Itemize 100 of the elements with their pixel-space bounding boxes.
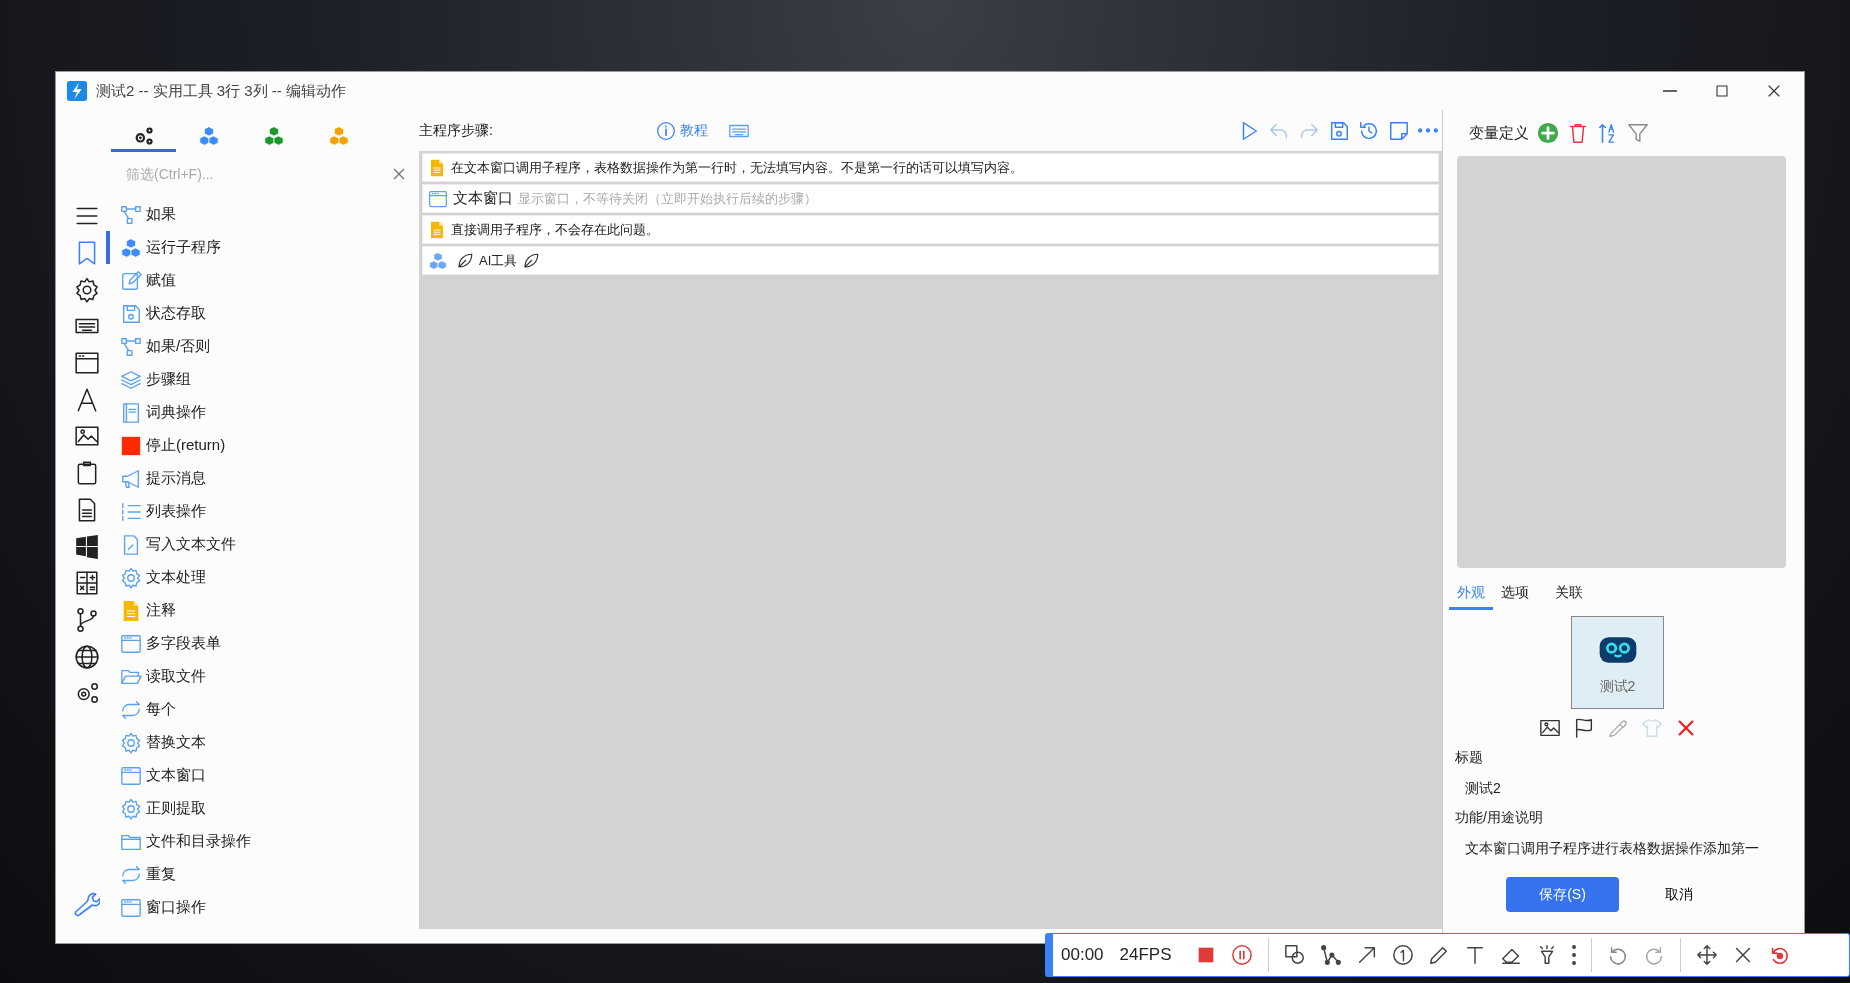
steps-title: 主程序步骤:: [419, 121, 494, 140]
action-item[interactable]: 窗口操作: [106, 891, 419, 924]
megaphone-icon: [120, 467, 142, 490]
panel-tab[interactable]: 关联: [1547, 580, 1591, 610]
edit-icon: [120, 269, 142, 292]
field-value: 文本窗口调用子程序进行表格数据操作添加第一: [1465, 839, 1760, 858]
numbered-circle-icon: [1391, 944, 1414, 966]
filter-button[interactable]: [1627, 122, 1649, 144]
action-item[interactable]: 赋值: [106, 264, 419, 297]
globe-icon[interactable]: [74, 643, 100, 670]
action-item[interactable]: 步骤组: [106, 363, 419, 396]
step-row[interactable]: AI工具: [422, 246, 1439, 275]
info-icon: [656, 120, 676, 141]
fps-text: 24FPS: [1119, 944, 1172, 967]
action-item[interactable]: 提示消息: [106, 462, 419, 495]
window-icon: [120, 632, 142, 655]
app-logo-icon: [66, 80, 88, 102]
window-icon: [120, 896, 142, 919]
action-item[interactable]: 状态存取: [106, 297, 419, 330]
save-button[interactable]: 保存(S): [1506, 877, 1619, 912]
step-row[interactable]: 文本窗口 显示窗口，不等待关闭（立即开始执行后续的步骤）: [422, 184, 1439, 213]
list-icon: [120, 500, 142, 523]
more-icon: [1418, 128, 1438, 133]
more-vertical-icon: [1571, 945, 1576, 965]
action-item[interactable]: 词典操作: [106, 396, 419, 429]
action-item[interactable]: 文本窗口: [106, 759, 419, 792]
filter-icon: [1627, 122, 1649, 144]
leaf-icon: [456, 251, 474, 270]
shirt-icon: [1640, 717, 1663, 739]
step-hint: 显示窗口，不等待关闭（立即开始执行后续的步骤）: [518, 189, 817, 208]
action-item[interactable]: 重复: [106, 858, 419, 891]
clear-button[interactable]: [391, 166, 407, 182]
action-item[interactable]: 多字段表单: [106, 627, 419, 660]
action-item[interactable]: 读取文件: [106, 660, 419, 693]
calculator-icon[interactable]: [74, 570, 100, 597]
gear-icon: [120, 797, 142, 820]
layers-icon: [120, 368, 142, 391]
windows-icon[interactable]: [74, 533, 100, 560]
polyline-icon: [1319, 944, 1342, 966]
branch-icon[interactable]: [74, 606, 100, 633]
step-text: AI工具: [479, 251, 518, 270]
note-icon: [428, 220, 446, 239]
stop-icon: [120, 434, 142, 457]
window-icon[interactable]: [74, 350, 100, 377]
book-icon: [120, 401, 142, 424]
tutorial-link[interactable]: 教程: [656, 120, 708, 141]
image-icon: [1538, 717, 1561, 739]
settings-icon[interactable]: [74, 276, 100, 303]
save-icon: [120, 302, 142, 325]
action-item[interactable]: 每个: [106, 693, 419, 726]
pause-icon: [1230, 944, 1253, 966]
action-item[interactable]: 停止(return): [106, 429, 419, 462]
step-text: 在文本窗口调用子程序，表格数据操作为第一行时，无法填写内容。不是第一行的话可以填写内容。: [451, 158, 1023, 177]
branch-icon: [120, 335, 142, 358]
action-item[interactable]: 正则提取: [106, 792, 419, 825]
leaf-icon: [522, 251, 541, 270]
cubes-icon: [428, 250, 448, 271]
color-picker-button[interactable]: [1606, 717, 1629, 739]
action-item[interactable]: 替换文本: [106, 726, 419, 759]
delete-button[interactable]: [1567, 122, 1589, 144]
step-text: 直接调用子程序，不会存在此问题。: [451, 220, 659, 239]
timer-text: 00:00: [1061, 944, 1104, 967]
loop-icon: [120, 698, 142, 721]
filter-field[interactable]: 筛选(Ctrl+F)...: [124, 162, 391, 186]
wrench-icon[interactable]: [74, 891, 100, 918]
image-button[interactable]: [1538, 717, 1561, 739]
cancel-button[interactable]: 取消: [1629, 877, 1729, 912]
window-title: 测试2 -- 实用工具 3行 3列 -- 编辑动作: [96, 80, 346, 101]
cubes-icon: [120, 236, 142, 259]
action-item[interactable]: 如果: [106, 198, 419, 231]
field-label: 功能/用途说明: [1455, 808, 1544, 827]
move-icon: [1695, 944, 1718, 966]
action-item[interactable]: 写入文本文件: [106, 528, 419, 561]
panel-tab[interactable]: 外观: [1449, 580, 1493, 610]
eyedropper-icon: [1606, 717, 1629, 739]
branch-icon: [120, 203, 142, 226]
sticky-note-icon: [1388, 119, 1410, 142]
field-label: 标题: [1455, 748, 1484, 767]
gear-icon: [120, 566, 142, 589]
action-item[interactable]: 文本处理: [106, 561, 419, 594]
close-icon: [391, 166, 407, 182]
history-icon: [1358, 119, 1380, 142]
preview-caption: 测试2: [1599, 677, 1636, 696]
action-item[interactable]: 列表操作: [106, 495, 419, 528]
window-icon: [120, 764, 142, 787]
pencil-icon: [1427, 944, 1450, 966]
action-item[interactable]: 文件和目录操作: [106, 825, 419, 858]
add-button[interactable]: [1537, 122, 1559, 144]
action-item[interactable]: 注释: [106, 594, 419, 627]
loop-icon: [120, 863, 142, 886]
step-row[interactable]: 直接调用子程序，不会存在此问题。: [422, 215, 1439, 244]
field-value: 测试2: [1465, 779, 1502, 798]
save-icon: [1328, 119, 1350, 142]
variables-title: 变量定义: [1469, 122, 1529, 143]
note-icon: [428, 158, 446, 177]
action-item[interactable]: 如果/否则: [106, 330, 419, 363]
panel-tab[interactable]: 选项: [1493, 580, 1537, 610]
gear-icon: [120, 731, 142, 754]
delete-icon: [1567, 122, 1589, 144]
step-row[interactable]: 在文本窗口调用子程序，表格数据操作为第一行时，无法填写内容。不是第一行的话可以填写内容。: [422, 153, 1439, 182]
